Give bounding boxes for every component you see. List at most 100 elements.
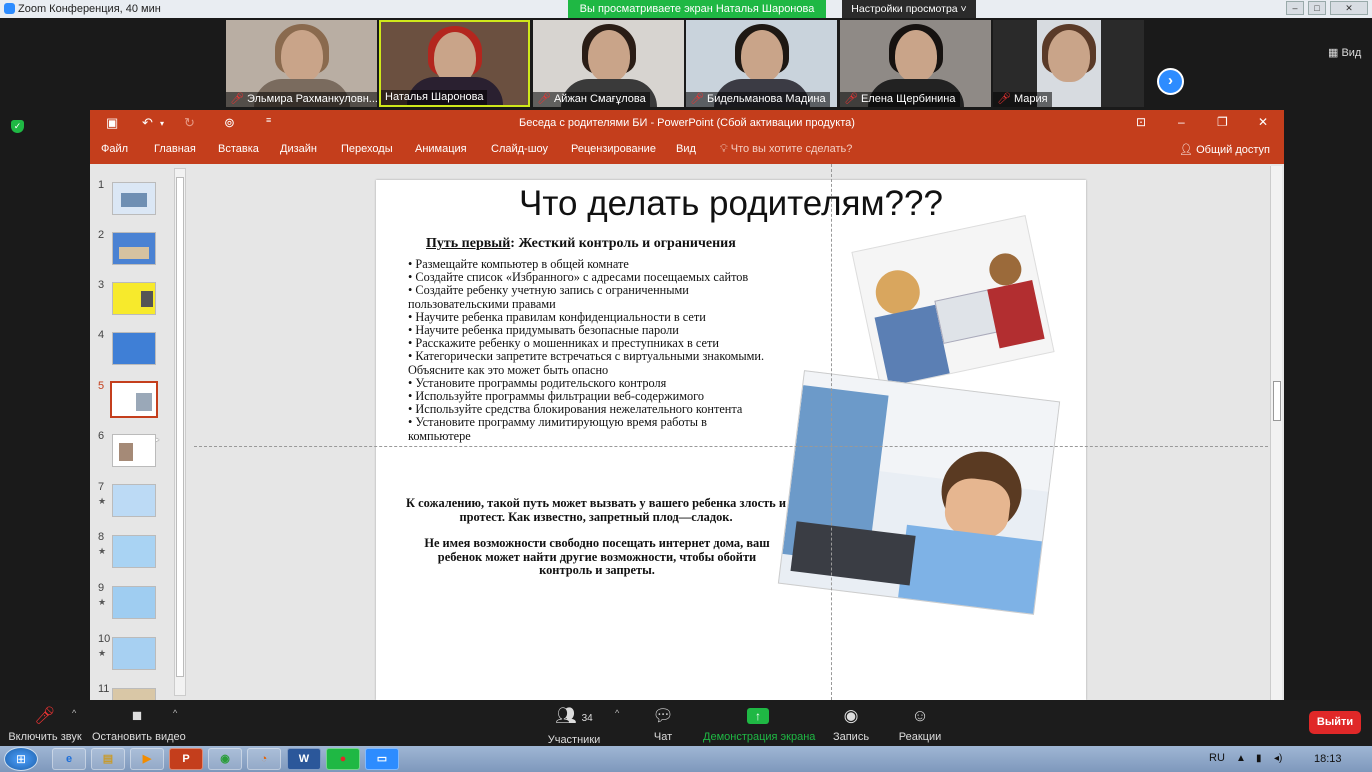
slide-thumbnail[interactable]	[112, 282, 156, 315]
thumbnail-number: 1	[98, 179, 105, 191]
thumbnail-number: 8	[98, 531, 105, 543]
thumbnail-number: 3	[98, 279, 105, 291]
tray-expand-icon[interactable]: ▲	[1236, 753, 1246, 764]
stop-video-button[interactable]: ■ Остановить видео	[92, 706, 186, 743]
slide-thumbnail[interactable]	[112, 484, 156, 517]
chrome-icon[interactable]: ◉	[208, 748, 242, 770]
tab-slideshow[interactable]: Слайд-шоу	[491, 143, 548, 155]
participant-tile[interactable]: 🎤︎ Мария	[993, 20, 1144, 107]
reactions-button[interactable]: ☺ Реакции	[897, 706, 943, 743]
volume-icon[interactable]: ◂)	[1274, 753, 1282, 764]
thumbnail-picture	[119, 443, 133, 461]
tab-animations[interactable]: Анимация	[415, 143, 467, 155]
share-screen-arrow-icon: ↑	[747, 708, 769, 724]
participant-tile[interactable]: 🎤︎ Эльмира Рахманкуловн...	[226, 20, 377, 107]
slide-thumbnail[interactable]	[112, 637, 156, 670]
path-heading[interactable]: Путь первый: Жесткий контроль и ограниче…	[426, 236, 736, 252]
thumbnail-number: 10	[98, 633, 111, 645]
start-button-icon[interactable]: ⊞	[4, 747, 38, 771]
next-page-arrow-icon[interactable]: ›	[1157, 68, 1184, 95]
photo-child-shirt	[987, 280, 1045, 349]
participant-name-bar: 🎤︎ Елена Щербинина	[840, 92, 960, 107]
powerpoint-taskbar-icon[interactable]: P	[169, 748, 203, 770]
slide-thumbnail[interactable]	[112, 688, 156, 700]
share-button[interactable]: 👤︎ Общий доступ	[1179, 143, 1270, 156]
opera-icon[interactable]: ●	[326, 748, 360, 770]
participant-tile[interactable]: 🎤︎ Айжан Смағұлова	[533, 20, 684, 107]
participant-face	[280, 30, 323, 82]
thumbnail-number: 11	[98, 683, 110, 695]
network-icon[interactable]: ▮	[1256, 753, 1262, 764]
slide-title[interactable]: Что делать родителям???	[376, 184, 1086, 224]
participant-tile[interactable]: 🎤︎ Бидельманова Мадина	[686, 20, 837, 107]
share-screen-button[interactable]: ↑ Демонстрация экрана	[703, 706, 815, 743]
tab-design[interactable]: Дизайн	[280, 143, 317, 155]
reactions-label: Реакции	[898, 731, 942, 743]
warning-paragraph-2[interactable]: Не имея возможности свободно посещать ин…	[414, 536, 780, 578]
vertical-guide	[831, 164, 832, 700]
slide-thumbnail[interactable]	[112, 434, 156, 467]
thumbnail-number-selected: 5	[98, 380, 105, 392]
participant-face	[587, 30, 630, 82]
slide-thumbnail[interactable]	[112, 332, 156, 365]
file-explorer-icon[interactable]: ▤	[91, 748, 125, 770]
slide-thumbnail[interactable]	[112, 232, 156, 265]
audio-options-chevron-icon[interactable]: ^	[72, 708, 76, 718]
unmute-button[interactable]: 🎤︎ Включить звук	[8, 706, 82, 743]
taskbar-clock[interactable]: 18:13	[1314, 753, 1342, 765]
child-laptop-photo[interactable]	[777, 370, 1061, 615]
leave-meeting-button[interactable]: Выйти	[1309, 711, 1361, 734]
minimize-button[interactable]: –	[1286, 1, 1304, 15]
warning-paragraph[interactable]: К сожалению, такой путь может вызвать у …	[406, 496, 786, 524]
animation-star-icon: ★	[98, 648, 107, 658]
ppt-minimize-icon[interactable]: –	[1178, 115, 1185, 129]
participants-count: 34	[581, 713, 593, 724]
slide-thumbnail[interactable]	[112, 586, 156, 619]
internet-explorer-icon[interactable]: e	[52, 748, 86, 770]
view-button[interactable]: ▦ Вид	[1328, 46, 1361, 59]
participant-name: Елена Щербинина	[860, 93, 956, 105]
word-icon[interactable]: W	[287, 748, 321, 770]
firefox-icon[interactable]: ◔	[247, 748, 281, 770]
record-button[interactable]: ◉ Запись	[831, 706, 871, 743]
participant-name-bar: 🎤︎ Мария	[993, 92, 1052, 107]
bullet-list[interactable]: • Размещайте компьютер в общей комнате •…	[408, 257, 768, 443]
participant-tile-active-speaker[interactable]: Наталья Шаронова	[379, 20, 530, 107]
zoom-taskbar-icon[interactable]: ▭	[365, 748, 399, 770]
language-indicator[interactable]: RU	[1209, 752, 1225, 764]
thumbnails-scrollbar[interactable]	[174, 168, 186, 696]
view-options-dropdown[interactable]: Настройки просмотра ˅	[842, 0, 976, 18]
tab-review[interactable]: Рецензирование	[571, 143, 656, 155]
encryption-shield-icon[interactable]: ✓	[11, 120, 24, 133]
participant-name-bar: 🎤︎ Айжан Смағұлова	[533, 92, 650, 107]
zoom-window-title: Zoom Конференция, 40 мин	[18, 3, 161, 15]
path-label: Путь первый	[426, 236, 511, 251]
ppt-close-icon[interactable]: ✕	[1258, 115, 1268, 129]
video-options-chevron-icon[interactable]: ^	[173, 708, 177, 718]
slide-canvas[interactable]: Что делать родителям??? Путь первый: Жес…	[376, 180, 1086, 700]
slide-thumbnail-selected[interactable]	[110, 381, 158, 418]
parent-child-photo[interactable]	[851, 215, 1055, 389]
slide-scroll-thumb[interactable]	[1273, 381, 1281, 421]
maximize-button[interactable]: □	[1308, 1, 1326, 15]
slide-scrollbar[interactable]	[1270, 166, 1282, 700]
thumbnails-scroll-thumb[interactable]	[176, 177, 184, 677]
tell-me-box[interactable]: 💡︎ Что вы хотите сделать?	[720, 143, 852, 156]
tab-home[interactable]: Главная	[154, 143, 196, 155]
participants-button[interactable]: 👥︎ 34 Участники	[545, 706, 603, 746]
reaction-smiley-icon: ☺	[911, 706, 929, 725]
participants-options-chevron-icon[interactable]: ^	[615, 708, 619, 718]
tab-view[interactable]: Вид	[676, 143, 696, 155]
ribbon-display-options-icon[interactable]: ⊡	[1136, 115, 1146, 129]
tab-transitions[interactable]: Переходы	[341, 143, 393, 155]
close-window-button[interactable]: ✕	[1330, 1, 1368, 15]
chat-button[interactable]: 💬︎ Чат	[645, 706, 681, 743]
slide-thumbnail[interactable]	[112, 182, 156, 215]
participant-tile[interactable]: 🎤︎ Елена Щербинина	[840, 20, 991, 107]
ppt-restore-icon[interactable]: ❐	[1217, 115, 1228, 129]
media-player-icon[interactable]: ▶	[130, 748, 164, 770]
participant-name: Мария	[1013, 93, 1048, 105]
slide-thumbnail[interactable]	[112, 535, 156, 568]
tab-file[interactable]: Файл	[101, 143, 128, 155]
tab-insert[interactable]: Вставка	[218, 143, 259, 155]
